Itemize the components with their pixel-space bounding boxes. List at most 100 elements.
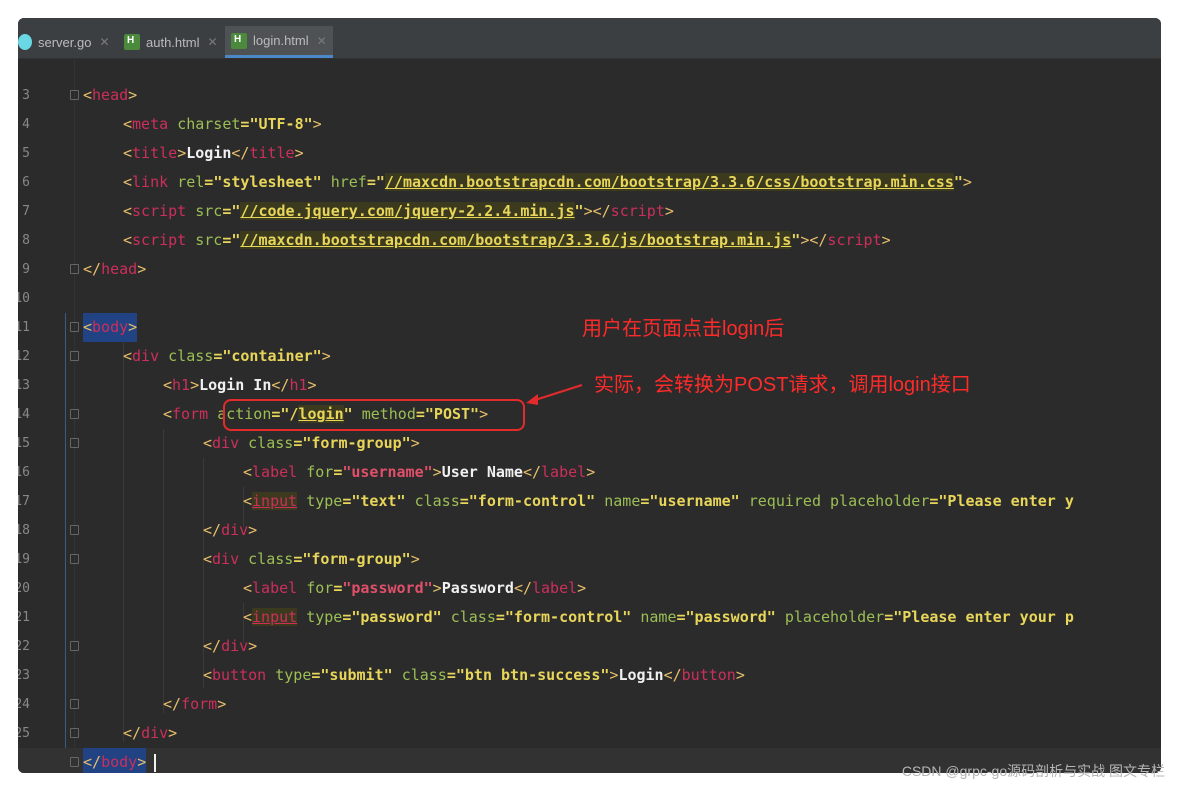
tag-name: button — [212, 666, 267, 684]
code-line: 7 <link rel="stylesheet" href="//maxcdn.… — [18, 168, 1161, 219]
tag-name: script — [827, 231, 882, 249]
attr-value: "password" — [342, 579, 433, 597]
attr-value: "btn btn-success" — [455, 666, 610, 684]
tag-name: form — [181, 695, 218, 713]
attr-name: name — [604, 492, 641, 510]
code-line: 20 <div class="form-group"> — [18, 545, 1161, 596]
fold-icon[interactable] — [70, 351, 79, 361]
code-line: 17 <label for="username">User Name</labe… — [18, 458, 1161, 509]
tag-name: label — [541, 463, 587, 481]
highlight-box — [223, 399, 525, 431]
tab-label: auth.html — [146, 34, 200, 50]
editor-window: server.go ✕ auth.html ✕ login.html ✕ 3 4 — [18, 18, 1161, 773]
fold-icon[interactable] — [70, 641, 79, 651]
attr-value: "submit" — [320, 666, 393, 684]
tag-name: div — [132, 347, 160, 365]
tag-name: script — [132, 202, 187, 220]
html-file-icon — [231, 32, 247, 49]
tag-name: label — [252, 463, 298, 481]
attr-name: placeholder — [830, 492, 930, 510]
code-line: 13 <div class="container"> — [18, 342, 1161, 393]
attr-name: class — [401, 666, 447, 684]
text-content: Password — [441, 579, 514, 597]
attr-name: type — [306, 492, 343, 510]
tag-name: h1 — [289, 376, 308, 394]
attr-name: rel — [177, 173, 205, 191]
attr-name: for — [306, 463, 334, 481]
annotation-note-1: 用户在页面点击login后 — [582, 318, 785, 340]
text-content: User Name — [441, 463, 523, 481]
attr-name: class — [248, 434, 294, 452]
tag-name: div — [221, 521, 249, 539]
code-line: 5 <meta charset="UTF-8"> — [18, 110, 1161, 161]
close-icon[interactable]: ✕ — [99, 35, 109, 49]
tag-name: label — [252, 579, 298, 597]
tag-name: label — [532, 579, 578, 597]
fold-icon[interactable] — [70, 699, 79, 709]
attr-name: href — [330, 173, 367, 191]
html-file-icon — [124, 34, 140, 50]
code-line: 21 <label for="password">Password</label… — [18, 574, 1161, 625]
code-line: 24 <button type="submit" class="btn btn-… — [18, 661, 1161, 712]
attr-name: type — [275, 666, 312, 684]
code-line: 10 </head> — [18, 255, 1161, 306]
fold-icon[interactable] — [70, 438, 79, 448]
tag-name: div — [212, 434, 240, 452]
text-cursor — [154, 754, 156, 772]
fold-icon[interactable] — [70, 728, 79, 738]
arrow-icon — [526, 384, 583, 405]
tag-name: title — [132, 144, 178, 162]
code-line: 23 </div> — [18, 632, 1161, 683]
fold-icon[interactable] — [70, 409, 79, 419]
attr-name: placeholder — [784, 608, 885, 626]
attr-value: "form-control" — [468, 492, 596, 510]
url-link[interactable]: //code.jquery.com/jquery-2.2.4.min.js — [240, 202, 575, 220]
tag-name: body — [92, 318, 129, 336]
code-line: 22 <input type="password" class="form-co… — [18, 603, 1161, 654]
fold-icon[interactable] — [70, 264, 79, 274]
attr-name: name — [640, 608, 677, 626]
fold-icon[interactable] — [70, 525, 79, 535]
attr-name: class — [414, 492, 460, 510]
code-line: 4 <head> — [18, 81, 1161, 132]
code-line: 3 — [18, 52, 1161, 103]
tag-name: input — [252, 492, 298, 510]
code-line: 6 <title>Login</title> — [18, 139, 1161, 190]
tag-name: div — [141, 724, 169, 742]
code-line: 26 </div> — [18, 719, 1161, 770]
code-line: 9 <script src="//maxcdn.bootstrapcdn.com… — [18, 226, 1161, 277]
tag-name: script — [610, 202, 665, 220]
watermark: CSDN @grpc-go源码剖析与实战 图文专栏 — [901, 763, 1165, 779]
tag-name: meta — [132, 115, 169, 133]
tag-name: title — [249, 144, 295, 162]
go-file-icon — [18, 34, 32, 50]
fold-icon[interactable] — [70, 90, 79, 100]
attr-name: class — [168, 347, 214, 365]
url-link[interactable]: //maxcdn.bootstrapcdn.com/bootstrap/3.3.… — [240, 231, 792, 249]
text-content: Login — [618, 666, 664, 684]
code-line: 25 </form> — [18, 690, 1161, 741]
tag-name: head — [92, 86, 129, 104]
tag-name: div — [212, 550, 240, 568]
close-icon[interactable]: ✕ — [207, 35, 217, 49]
attr-value: "stylesheet" — [213, 173, 322, 191]
tag-name: form — [172, 405, 209, 423]
tab-label: login.html — [253, 33, 309, 48]
text-content: Login — [186, 144, 232, 162]
url-link[interactable]: //maxcdn.bootstrapcdn.com/bootstrap/3.3.… — [384, 173, 954, 191]
attr-name: class — [450, 608, 496, 626]
attr-value: "Please enter your p — [893, 608, 1074, 626]
code-editor[interactable]: 3 4 <head> 5 <meta charset="UTF-8"> 6 <t… — [18, 58, 1161, 773]
tag-name: button — [681, 666, 736, 684]
tag-name: script — [132, 231, 187, 249]
tab-label: server.go — [38, 34, 92, 50]
fold-icon[interactable] — [70, 322, 79, 332]
attr-value: "username" — [649, 492, 740, 510]
close-icon[interactable]: ✕ — [317, 34, 327, 48]
attr-value: "form-group" — [302, 550, 411, 568]
tag-name: head — [101, 260, 138, 278]
attr-name: class — [248, 550, 294, 568]
text-content: Login In — [199, 376, 272, 394]
fold-icon[interactable] — [70, 757, 79, 767]
fold-icon[interactable] — [70, 554, 79, 564]
